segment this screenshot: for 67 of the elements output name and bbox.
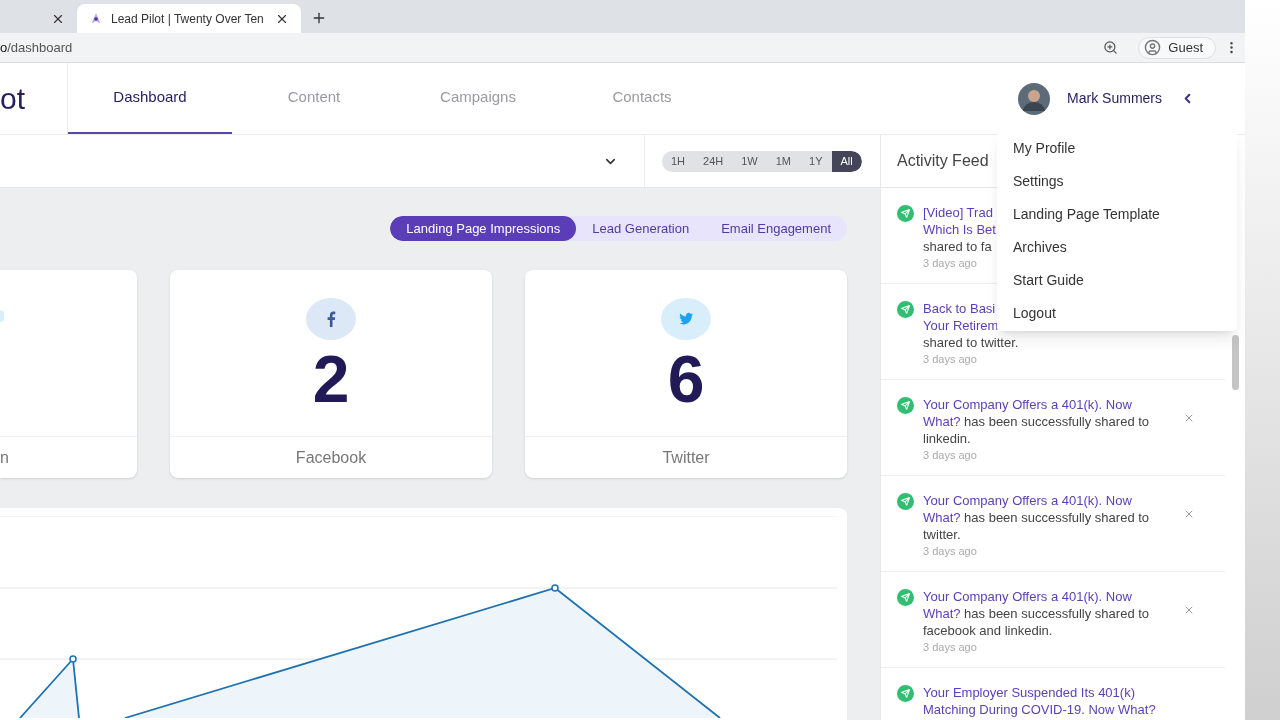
feed-title: Activity Feed bbox=[897, 151, 989, 171]
sent-icon bbox=[897, 685, 914, 702]
sent-icon bbox=[897, 589, 914, 606]
user-icon bbox=[1144, 39, 1162, 56]
menu-item[interactable]: Settings bbox=[997, 165, 1237, 198]
menu-item[interactable]: Landing Page Template bbox=[997, 198, 1237, 231]
feed-time: 3 days ago bbox=[923, 256, 978, 271]
stat-label: Facebook bbox=[295, 447, 367, 468]
feed-text: has been successfully shared to bbox=[964, 605, 1150, 622]
feed-text: shared to twitter. bbox=[923, 334, 1019, 351]
stat-count: 2 bbox=[312, 341, 350, 418]
time-filter[interactable]: All bbox=[831, 150, 862, 172]
feed-time: 3 days ago bbox=[923, 352, 978, 367]
feed-text: has been successfully shared to bbox=[964, 509, 1150, 526]
stat-count: 6 bbox=[667, 341, 705, 418]
article-link[interactable]: What? bbox=[923, 413, 961, 430]
twitter-icon bbox=[661, 298, 711, 340]
segment-tab[interactable]: Landing Page Impressions bbox=[390, 216, 577, 241]
feed-time: 3 days ago bbox=[923, 544, 978, 559]
stat-icon bbox=[0, 310, 4, 322]
article-link[interactable]: Your Company Offers a 401(k). Now bbox=[923, 492, 1132, 509]
article-link[interactable]: Back to Basi bbox=[923, 300, 996, 317]
article-link[interactable]: What? bbox=[923, 509, 961, 526]
feed-text: twitter. bbox=[923, 526, 961, 543]
profile-button[interactable]: Guest bbox=[1138, 36, 1216, 59]
time-filter[interactable]: 24H bbox=[694, 150, 733, 172]
address-text[interactable]: o/dashboard bbox=[0, 37, 1104, 58]
feed-text: has been successfully shared to bbox=[964, 413, 1150, 430]
article-link[interactable]: Which Is Bet bbox=[923, 221, 996, 238]
article-link[interactable]: Your Company Offers a 401(k). Now bbox=[923, 588, 1132, 605]
stat-label: n bbox=[0, 447, 9, 468]
stat-label: Twitter bbox=[662, 447, 710, 468]
time-filter[interactable]: 1W bbox=[732, 150, 767, 172]
feed-time: 3 days ago bbox=[923, 448, 978, 463]
tab-title: Lead Pilot | Twenty Over Ten bbox=[111, 10, 265, 28]
article-link[interactable]: Your Retirem bbox=[923, 317, 999, 334]
article-link[interactable]: What? bbox=[923, 605, 961, 622]
feed-time: 3 days ago bbox=[923, 640, 978, 655]
article-link[interactable]: [Video] Trad bbox=[923, 204, 993, 221]
sent-icon bbox=[897, 301, 914, 318]
feed-text: shared to fa bbox=[923, 238, 992, 255]
feed-text: linkedin. bbox=[923, 430, 971, 447]
time-filter[interactable]: 1H bbox=[662, 150, 695, 172]
sent-icon bbox=[897, 493, 914, 510]
sent-icon bbox=[897, 205, 914, 222]
sent-icon bbox=[897, 397, 914, 414]
article-link[interactable]: Your Employer Suspended Its 401(k) bbox=[923, 684, 1135, 701]
scrollbar-thumb[interactable] bbox=[1231, 335, 1239, 390]
browser-tab[interactable]: Lead Pilot | Twenty Over Ten bbox=[77, 4, 301, 33]
article-link[interactable]: Your Company Offers a 401(k). Now bbox=[923, 396, 1132, 413]
time-filter[interactable]: 1Y bbox=[800, 150, 832, 172]
time-filter[interactable]: 1M bbox=[766, 150, 801, 172]
segment-tab[interactable]: Email Engagement bbox=[705, 216, 847, 241]
menu-item[interactable]: My Profile bbox=[997, 132, 1237, 165]
user-name[interactable]: Mark Summers bbox=[1067, 88, 1162, 109]
feed-text: facebook and linkedin. bbox=[923, 622, 1053, 639]
article-link[interactable]: Matching During COVID-19. Now What? bbox=[923, 701, 1156, 718]
logo-text[interactable]: ot bbox=[0, 76, 26, 121]
zoom-icon[interactable] bbox=[1103, 40, 1119, 55]
segment-tab[interactable]: Lead Generation bbox=[576, 216, 706, 241]
rocket-icon bbox=[89, 11, 103, 26]
facebook-icon bbox=[306, 298, 356, 340]
avatar[interactable] bbox=[1018, 82, 1051, 115]
menu-item[interactable]: Archives bbox=[997, 231, 1237, 264]
new-tab-icon[interactable] bbox=[311, 10, 327, 26]
menu-item[interactable]: Start Guide bbox=[997, 264, 1237, 297]
menu-item[interactable]: Logout bbox=[997, 297, 1237, 330]
